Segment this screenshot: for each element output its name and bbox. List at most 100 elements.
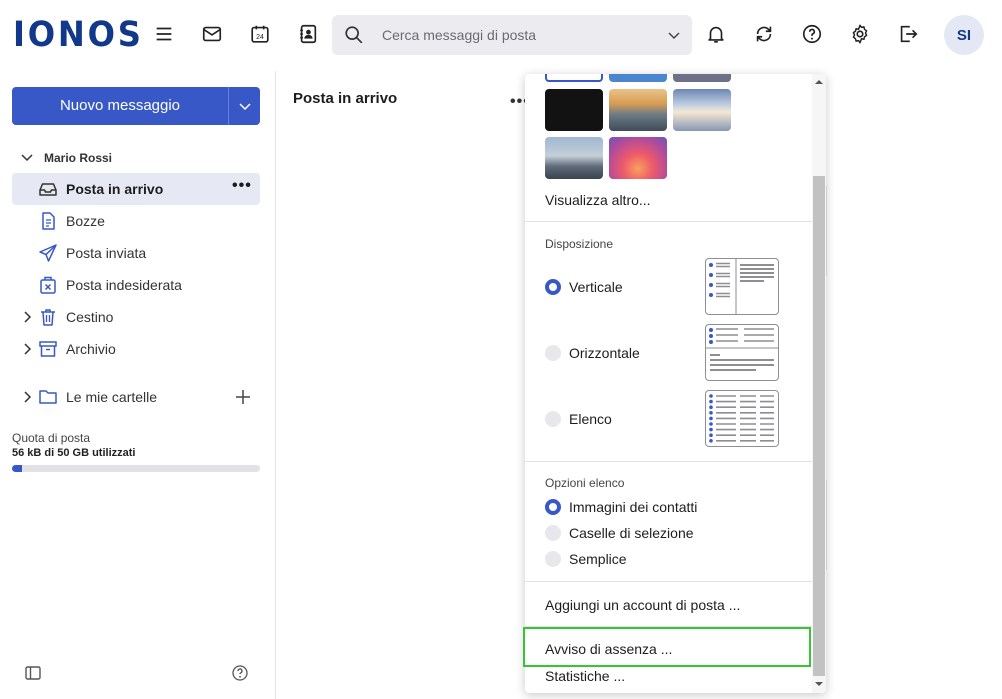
chevron-right-icon[interactable] bbox=[20, 310, 34, 324]
account-header[interactable]: Mario Rossi bbox=[18, 149, 258, 167]
settings-dropdown: Visualizza altro... Disposizione Vertica… bbox=[525, 74, 826, 693]
spam-icon bbox=[40, 276, 56, 294]
contact-images-label[interactable]: Immagini dei contatti bbox=[569, 499, 697, 515]
layout-section-title: Disposizione bbox=[545, 237, 614, 251]
chevron-down-icon[interactable] bbox=[238, 99, 252, 113]
page-title: Posta in arrivo bbox=[293, 90, 398, 107]
folder-trash[interactable]: Cestino bbox=[12, 301, 260, 333]
chevron-right-icon[interactable] bbox=[20, 342, 34, 356]
calendar-button[interactable]: 24 bbox=[244, 18, 276, 50]
folder-label: Posta in arrivo bbox=[66, 181, 164, 197]
theme-blue-thumbnail[interactable] bbox=[609, 74, 667, 82]
checkboxes-label[interactable]: Caselle di selezione bbox=[569, 525, 694, 541]
trash-icon bbox=[41, 309, 55, 326]
ionos-logo[interactable]: IONOS bbox=[13, 16, 144, 54]
layout-vertical-radio[interactable] bbox=[545, 279, 561, 295]
divider bbox=[525, 461, 812, 462]
sent-icon bbox=[39, 244, 57, 262]
divider bbox=[525, 626, 812, 627]
list-options-section-title: Opzioni elenco bbox=[545, 476, 625, 490]
scroll-down-arrow-icon[interactable] bbox=[815, 680, 823, 688]
logout-icon bbox=[900, 25, 918, 43]
scroll-up-arrow-icon[interactable] bbox=[815, 78, 823, 86]
mail-icon bbox=[202, 26, 222, 42]
menu-button[interactable] bbox=[148, 18, 180, 50]
notifications-button[interactable] bbox=[700, 18, 732, 50]
divider bbox=[826, 480, 827, 570]
layout-list-preview[interactable] bbox=[705, 390, 779, 447]
more-options-button[interactable]: ••• bbox=[232, 177, 252, 195]
statistics-link[interactable]: Statistiche ... bbox=[545, 668, 625, 684]
contact-images-radio[interactable] bbox=[545, 499, 561, 515]
simple-label[interactable]: Semplice bbox=[569, 551, 627, 567]
checkboxes-radio[interactable] bbox=[545, 525, 561, 541]
mail-button[interactable] bbox=[196, 18, 228, 50]
contacts-button[interactable] bbox=[292, 18, 324, 50]
new-message-button[interactable]: Nuovo messaggio bbox=[12, 87, 260, 125]
bell-icon bbox=[708, 26, 724, 43]
folder-sent[interactable]: Posta inviata bbox=[12, 237, 260, 269]
collapse-sidebar-icon[interactable] bbox=[24, 664, 42, 682]
theme-sea-thumbnail[interactable] bbox=[673, 89, 731, 131]
search-input[interactable] bbox=[382, 24, 652, 46]
simple-radio[interactable] bbox=[545, 551, 561, 567]
folder-label: Bozze bbox=[66, 213, 105, 229]
settings-button[interactable] bbox=[844, 18, 876, 50]
out-of-office-link[interactable]: Avviso di assenza ... bbox=[545, 641, 672, 657]
quota-progress-fill bbox=[12, 465, 22, 472]
sidebar: Nuovo messaggio Mario Rossi Posta in arr… bbox=[0, 71, 276, 699]
chevron-down-icon[interactable] bbox=[666, 27, 682, 43]
help-icon[interactable] bbox=[231, 664, 249, 682]
folder-label: Posta indesiderata bbox=[66, 277, 182, 293]
show-more-themes-link[interactable]: Visualizza altro... bbox=[545, 192, 651, 208]
search-bar[interactable] bbox=[332, 15, 692, 55]
divider bbox=[826, 186, 827, 276]
add-folder-icon[interactable] bbox=[234, 388, 252, 406]
folder-drafts[interactable]: Bozze bbox=[12, 205, 260, 237]
logout-button[interactable] bbox=[892, 18, 924, 50]
layout-horizontal-preview[interactable] bbox=[705, 324, 779, 381]
theme-dark-thumbnail[interactable] bbox=[545, 89, 603, 131]
chevron-right-icon[interactable] bbox=[20, 390, 34, 404]
layout-list-radio[interactable] bbox=[545, 411, 561, 427]
help-button[interactable] bbox=[796, 18, 828, 50]
help-icon bbox=[802, 24, 822, 44]
theme-mountain-thumbnail[interactable] bbox=[609, 89, 667, 131]
folder-label: Archivio bbox=[66, 341, 116, 357]
folder-my-folders[interactable]: Le mie cartelle bbox=[12, 381, 260, 413]
calendar-icon: 24 bbox=[251, 25, 269, 43]
theme-city-thumbnail[interactable] bbox=[545, 137, 603, 179]
quota-label: Quota di posta bbox=[12, 431, 91, 445]
folder-label: Posta inviata bbox=[66, 245, 147, 261]
theme-white-thumbnail[interactable] bbox=[545, 74, 603, 82]
divider bbox=[525, 581, 812, 582]
layout-horizontal-radio[interactable] bbox=[545, 345, 561, 361]
chevron-down-icon bbox=[21, 154, 33, 162]
theme-sunset-thumbnail[interactable] bbox=[609, 137, 667, 179]
user-avatar[interactable]: SI bbox=[944, 15, 984, 55]
layout-vertical-preview[interactable] bbox=[705, 258, 779, 315]
account-name: Mario Rossi bbox=[44, 151, 113, 165]
folder-label: Cestino bbox=[66, 309, 114, 325]
folder-label: Le mie cartelle bbox=[66, 389, 158, 405]
layout-list-preview-icon bbox=[709, 394, 774, 443]
folder-inbox[interactable]: Posta in arrivo ••• bbox=[12, 173, 260, 205]
menu-icon bbox=[156, 27, 172, 41]
inbox-icon bbox=[39, 183, 57, 196]
divider bbox=[525, 221, 812, 222]
add-mail-account-link[interactable]: Aggiungi un account di posta ... bbox=[545, 597, 740, 613]
top-bar: IONOS 24 SI bbox=[0, 0, 1002, 71]
layout-list-label[interactable]: Elenco bbox=[569, 411, 612, 427]
layout-horizontal-label[interactable]: Orizzontale bbox=[569, 345, 640, 361]
button-separator bbox=[228, 87, 229, 125]
folder-spam[interactable]: Posta indesiderata bbox=[12, 269, 260, 301]
calendar-day: 24 bbox=[256, 34, 264, 41]
folder-archive[interactable]: Archivio bbox=[12, 333, 260, 365]
theme-gray-thumbnail[interactable] bbox=[673, 74, 731, 82]
sync-icon bbox=[756, 26, 772, 42]
layout-vertical-label[interactable]: Verticale bbox=[569, 279, 623, 295]
quota-progress-bar bbox=[12, 465, 260, 472]
scrollbar-thumb[interactable] bbox=[813, 176, 825, 676]
new-message-label: Nuovo messaggio bbox=[59, 97, 181, 114]
refresh-button[interactable] bbox=[748, 18, 780, 50]
